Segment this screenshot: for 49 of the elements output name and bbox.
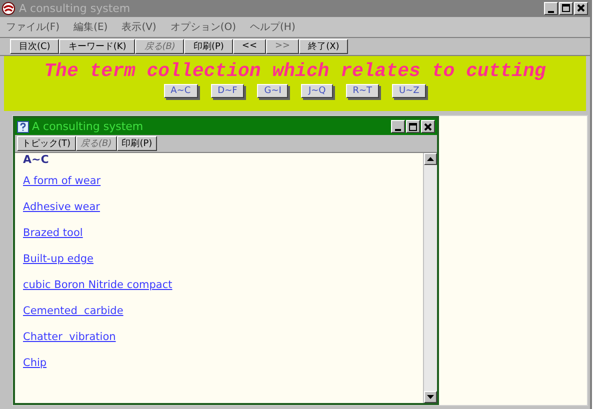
- term-link[interactable]: Brazed tool: [23, 227, 83, 239]
- section-heading: A~C: [23, 153, 49, 166]
- toolbar-button[interactable]: 印刷(P): [184, 38, 233, 54]
- range-button[interactable]: U~Z: [392, 84, 426, 98]
- maximize-button[interactable]: [406, 120, 420, 133]
- toolbar-button[interactable]: <<: [232, 38, 266, 54]
- close-button[interactable]: [421, 120, 435, 133]
- menu-item[interactable]: ファイル(F): [6, 20, 60, 34]
- scroll-down-button[interactable]: [424, 391, 437, 403]
- menu-item[interactable]: ヘルプ(H): [250, 20, 296, 34]
- range-button[interactable]: A~C: [164, 84, 198, 98]
- minimize-button[interactable]: [391, 120, 405, 133]
- range-button[interactable]: R~T: [346, 84, 380, 98]
- term-link[interactable]: Built-up edge: [23, 253, 94, 265]
- term-link[interactable]: Adhesive wear: [23, 201, 100, 213]
- maximize-icon: [561, 3, 571, 14]
- toolbar-button[interactable]: 印刷(P): [116, 136, 158, 151]
- minimize-button[interactable]: [544, 2, 558, 15]
- maximize-icon: [408, 122, 418, 132]
- range-button[interactable]: G~I: [257, 84, 288, 98]
- menu-item[interactable]: 編集(E): [74, 20, 108, 34]
- toolbar-button[interactable]: 終了(X): [299, 38, 348, 54]
- down-arrow-icon: [427, 395, 434, 399]
- menu-item[interactable]: オプション(O): [170, 20, 236, 34]
- maximize-button[interactable]: [559, 2, 573, 15]
- term-link[interactable]: Cemented carbide: [23, 305, 124, 317]
- range-button[interactable]: J~Q: [301, 84, 333, 98]
- term-link[interactable]: Chatter vibration: [23, 331, 116, 343]
- help-icon: [17, 120, 29, 132]
- close-icon: [423, 122, 433, 132]
- app-icon: [2, 2, 15, 15]
- close-button[interactable]: [574, 2, 588, 15]
- window-title: A consulting system: [19, 2, 130, 15]
- menu-item[interactable]: 表示(V): [122, 20, 156, 34]
- scroll-up-button[interactable]: [424, 153, 437, 165]
- minimize-icon: [395, 129, 401, 131]
- scrollbar[interactable]: [423, 153, 437, 403]
- up-arrow-icon: [427, 157, 434, 161]
- term-link[interactable]: cubic Boron Nitride compact: [23, 279, 172, 291]
- minimize-icon: [548, 10, 554, 13]
- toolbar-button[interactable]: 目次(C): [10, 38, 60, 54]
- window-title: A consulting system: [32, 120, 144, 133]
- term-link[interactable]: Chip: [23, 357, 47, 369]
- range-button[interactable]: D~F: [210, 84, 244, 98]
- term-link[interactable]: A form of wear: [23, 175, 101, 187]
- close-icon: [576, 3, 586, 14]
- toolbar-button[interactable]: キーワード(K): [59, 38, 136, 54]
- toolbar-button[interactable]: トピック(T): [17, 136, 76, 151]
- page-heading: The term collection which relates to cutting: [44, 60, 546, 82]
